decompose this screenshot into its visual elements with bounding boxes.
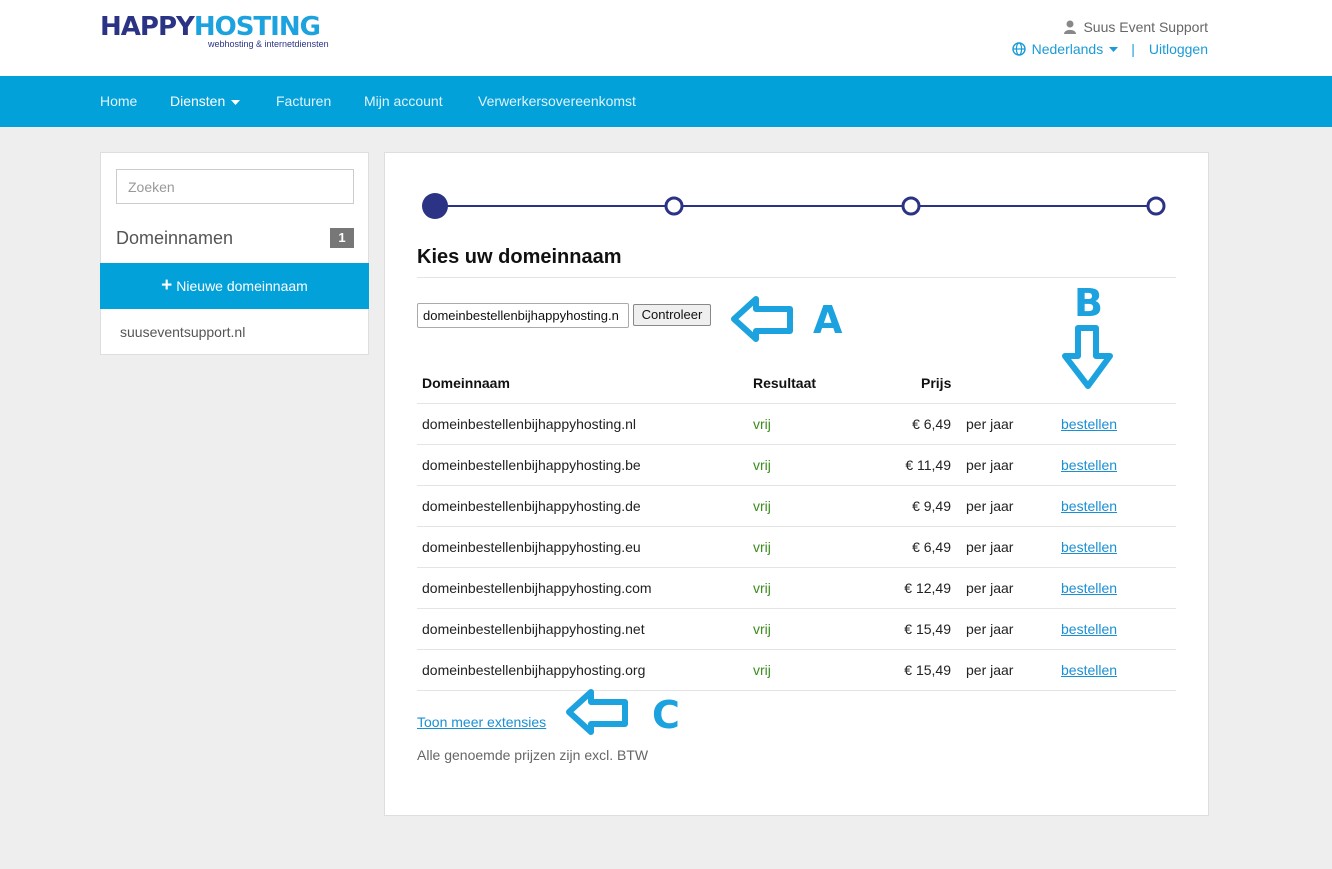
table-row-divider bbox=[417, 444, 1176, 445]
order-link[interactable]: bestellen bbox=[1061, 416, 1117, 432]
table-row-divider bbox=[417, 608, 1176, 609]
user-account: Suus Event Support bbox=[1064, 19, 1208, 35]
page-title: Kies uw domeinnaam bbox=[417, 246, 622, 268]
price-cell: € 9,49 bbox=[912, 498, 951, 514]
price-cell: € 12,49 bbox=[904, 580, 951, 596]
domain-count-badge: 1 bbox=[330, 228, 354, 248]
nav-item-diensten[interactable]: Diensten bbox=[170, 93, 241, 109]
price-period: per jaar bbox=[966, 539, 1014, 555]
order-link[interactable]: bestellen bbox=[1061, 498, 1117, 514]
domain-name-cell: domeinbestellenbijhappyhosting.de bbox=[422, 498, 641, 514]
title-divider bbox=[417, 277, 1176, 278]
availability-status: vrij bbox=[753, 662, 771, 678]
nav-item-mijn-account[interactable]: Mijn account bbox=[364, 93, 443, 109]
order-link[interactable]: bestellen bbox=[1061, 539, 1117, 555]
happyhosting-logo[interactable]: HAPPYHOSTING webhosting & internetdienst… bbox=[100, 12, 329, 49]
language-selector[interactable]: Nederlands bbox=[1032, 41, 1104, 57]
price-period: per jaar bbox=[966, 416, 1014, 432]
user-icon bbox=[1064, 20, 1077, 34]
logo-tagline: webhosting & internetdiensten bbox=[208, 39, 329, 49]
nav-item-diensten-label: Diensten bbox=[170, 93, 226, 109]
check-button[interactable]: Controleer bbox=[633, 304, 711, 326]
annotation-label-b: B bbox=[1074, 281, 1103, 325]
domain-order-panel: Kies uw domeinnaam domeinbestellenbijhap… bbox=[384, 152, 1209, 816]
price-cell: € 15,49 bbox=[904, 662, 951, 678]
price-period: per jaar bbox=[966, 580, 1014, 596]
vat-note: Alle genoemde prijzen zijn excl. BTW bbox=[417, 747, 649, 763]
header-separator: | bbox=[1131, 41, 1135, 57]
annotation-arrow-left-icon bbox=[731, 296, 793, 342]
annotation-label-c: C bbox=[652, 693, 680, 737]
domain-name-cell: domeinbestellenbijhappyhosting.nl bbox=[422, 416, 637, 432]
order-link[interactable]: bestellen bbox=[1061, 580, 1117, 596]
order-link[interactable]: bestellen bbox=[1061, 621, 1117, 637]
column-header-domain: Domeinnaam bbox=[422, 375, 510, 391]
step-4 bbox=[1146, 196, 1166, 216]
plus-icon: + bbox=[161, 275, 173, 296]
price-cell: € 15,49 bbox=[904, 621, 951, 637]
logo-text-happy: HAPPY bbox=[100, 12, 195, 42]
price-cell: € 6,49 bbox=[912, 416, 951, 432]
annotation-arrow-left-icon bbox=[566, 689, 628, 735]
price-period: per jaar bbox=[966, 621, 1014, 637]
annotation-label-a: A bbox=[813, 298, 843, 342]
step-1-current bbox=[422, 193, 448, 219]
nav-item-home[interactable]: Home bbox=[100, 93, 137, 109]
table-row-divider bbox=[417, 690, 1176, 691]
price-cell: € 6,49 bbox=[912, 539, 951, 555]
price-period: per jaar bbox=[966, 498, 1014, 514]
price-cell: € 11,49 bbox=[905, 457, 951, 473]
domain-name-cell: domeinbestellenbijhappyhosting.com bbox=[422, 580, 652, 596]
availability-status: vrij bbox=[753, 539, 771, 555]
column-header-result: Resultaat bbox=[753, 375, 817, 391]
availability-status: vrij bbox=[753, 498, 771, 514]
table-row-divider bbox=[417, 485, 1176, 486]
table-row-divider bbox=[417, 567, 1176, 568]
step-progress bbox=[422, 193, 1166, 219]
chevron-down-icon[interactable] bbox=[1109, 46, 1119, 52]
column-header-price: Prijs bbox=[921, 375, 952, 391]
availability-status: vrij bbox=[753, 457, 771, 473]
step-2 bbox=[664, 196, 684, 216]
domain-name-cell: domeinbestellenbijhappyhosting.eu bbox=[422, 539, 641, 555]
availability-status: vrij bbox=[753, 416, 771, 432]
availability-status: vrij bbox=[753, 580, 771, 596]
domain-name-cell: domeinbestellenbijhappyhosting.net bbox=[422, 621, 645, 637]
globe-icon bbox=[1011, 42, 1026, 56]
nav-item-facturen[interactable]: Facturen bbox=[276, 93, 331, 109]
step-3 bbox=[901, 196, 921, 216]
annotation-arrow-down-icon bbox=[1062, 325, 1113, 389]
logo-text-hosting: HOSTING bbox=[193, 12, 321, 42]
chevron-down-icon bbox=[231, 99, 241, 105]
domain-name-cell: domeinbestellenbijhappyhosting.org bbox=[422, 662, 646, 678]
price-period: per jaar bbox=[966, 457, 1014, 473]
language-bar: Nederlands | Uitloggen bbox=[1011, 41, 1208, 57]
sidebar: Zoeken Domeinnamen 1 + Nieuwe domeinnaam… bbox=[100, 152, 369, 355]
site-header: HAPPYHOSTING webhosting & internetdienst… bbox=[0, 0, 1332, 76]
table-row-divider bbox=[417, 649, 1176, 650]
user-name: Suus Event Support bbox=[1083, 19, 1208, 35]
new-domain-button[interactable]: + Nieuwe domeinnaam bbox=[100, 263, 369, 309]
logout-link[interactable]: Uitloggen bbox=[1149, 41, 1208, 57]
main-navigation: Home Diensten Facturen Mijn account Verw… bbox=[0, 76, 1332, 127]
price-period: per jaar bbox=[966, 662, 1014, 678]
search-input[interactable]: Zoeken bbox=[116, 169, 354, 204]
table-row-divider bbox=[417, 526, 1176, 527]
domain-search-field[interactable]: domeinbestellenbijhappyhosting.n bbox=[417, 303, 629, 328]
show-more-extensions-link[interactable]: Toon meer extensies bbox=[417, 714, 546, 730]
new-domain-button-label: Nieuwe domeinnaam bbox=[176, 278, 308, 294]
sidebar-section-title: Domeinnamen bbox=[116, 228, 234, 248]
table-divider bbox=[417, 403, 1176, 404]
order-link[interactable]: bestellen bbox=[1061, 662, 1117, 678]
availability-status: vrij bbox=[753, 621, 771, 637]
domain-name-cell: domeinbestellenbijhappyhosting.be bbox=[422, 457, 641, 473]
nav-item-verwerkersovereenkomst[interactable]: Verwerkersovereenkomst bbox=[478, 93, 636, 109]
sidebar-item-domain[interactable]: suuseventsupport.nl bbox=[120, 324, 245, 340]
order-link[interactable]: bestellen bbox=[1061, 457, 1117, 473]
